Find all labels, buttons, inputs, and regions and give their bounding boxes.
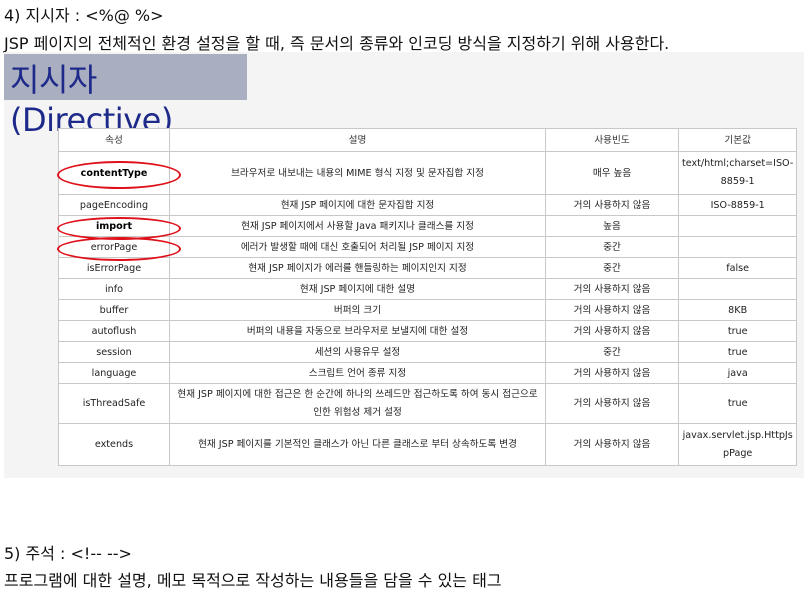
attr-frequency: 중간 <box>545 236 679 258</box>
attr-name: extends <box>58 423 170 466</box>
attr-frequency: 중간 <box>545 257 679 279</box>
table-row: isErrorPage 현재 JSP 페이지가 에러를 핸들링하는 페이지인지 … <box>58 257 798 279</box>
attr-name: language <box>58 362 170 384</box>
table-header-row: 속성 설명 사용빈도 기본값 <box>58 128 798 152</box>
header-attribute: 속성 <box>58 128 170 152</box>
attr-default <box>677 215 798 237</box>
attr-name: session <box>58 341 170 363</box>
section-4-description: JSP 페이지의 전체적인 환경 설정을 할 때, 즉 문서의 종류와 인코딩 … <box>4 34 670 53</box>
highlight-ellipse-contenttype <box>57 161 181 189</box>
attr-frequency: 거의 사용하지 않음 <box>545 383 679 424</box>
attr-default <box>677 278 798 300</box>
attr-name: isThreadSafe <box>58 383 170 424</box>
table-row: autoflush 버퍼의 내용을 자동으로 브라우저로 보낼지에 대한 설정 … <box>58 320 798 342</box>
attr-frequency: 중간 <box>545 341 679 363</box>
attr-frequency: 높음 <box>545 215 679 237</box>
attr-default: text/html;charset=ISO-8859-1 <box>677 151 798 195</box>
attr-default: true <box>677 383 798 424</box>
header-frequency: 사용빈도 <box>545 128 679 152</box>
section-5-description: 프로그램에 대한 설명, 메모 목적으로 작성하는 내용들을 담을 수 있는 태… <box>4 571 502 590</box>
attr-description: 세션의 사용유무 설정 <box>169 341 546 363</box>
table-row: info 현재 JSP 페이지에 대한 설명 거의 사용하지 않음 <box>58 278 798 300</box>
section-5-heading: 5) 주석 : <!-- --> <box>4 544 132 563</box>
attr-default: ISO-8859-1 <box>677 194 798 216</box>
attr-default: false <box>677 257 798 279</box>
directive-banner-title: 지시자(Directive) <box>10 61 173 139</box>
attr-name: autoflush <box>58 320 170 342</box>
attr-default: java <box>677 362 798 384</box>
table-row: language 스크립트 언어 종류 지정 거의 사용하지 않음 java <box>58 362 798 384</box>
attr-frequency: 거의 사용하지 않음 <box>545 320 679 342</box>
table-row: extends 현재 JSP 페이지를 기본적인 클래스가 아닌 다른 클래스로… <box>58 423 798 466</box>
attr-description: 현재 JSP 페이지에 대한 문자집합 지정 <box>169 194 546 216</box>
attr-frequency: 거의 사용하지 않음 <box>545 362 679 384</box>
attr-name: pageEncoding <box>58 194 170 216</box>
attr-frequency: 거의 사용하지 않음 <box>545 194 679 216</box>
directive-banner: 지시자(Directive) <box>4 54 247 139</box>
header-description: 설명 <box>169 128 546 152</box>
attr-description: 현재 JSP 페이지에서 사용할 Java 패키지나 클래스를 지정 <box>169 215 546 237</box>
table-row: session 세션의 사용유무 설정 중간 true <box>58 341 798 363</box>
attr-default: 8KB <box>677 299 798 321</box>
attr-description: 스크립트 언어 종류 지정 <box>169 362 546 384</box>
attr-description: 버퍼의 크기 <box>169 299 546 321</box>
attr-default: javax.servlet.jsp.HttpJspPage <box>677 423 798 466</box>
attr-default: true <box>677 341 798 363</box>
attr-frequency: 매우 높음 <box>545 151 679 195</box>
table-row: buffer 버퍼의 크기 거의 사용하지 않음 8KB <box>58 299 798 321</box>
attr-description: 현재 JSP 페이지에 대한 설명 <box>169 278 546 300</box>
attr-frequency: 거의 사용하지 않음 <box>545 278 679 300</box>
highlight-ellipse-errorpage <box>57 237 181 261</box>
attr-name: buffer <box>58 299 170 321</box>
attr-frequency: 거의 사용하지 않음 <box>545 299 679 321</box>
attr-description: 현재 JSP 페이지를 기본적인 클래스가 아닌 다른 클래스로 부터 상속하도… <box>169 423 546 466</box>
attr-default: true <box>677 320 798 342</box>
attr-default <box>677 236 798 258</box>
table-row: isThreadSafe 현재 JSP 페이지에 대한 접근은 한 순간에 하나… <box>58 383 798 424</box>
attr-frequency: 거의 사용하지 않음 <box>545 423 679 466</box>
attr-description: 에러가 발생할 때에 대신 호출되어 처리될 JSP 페이지 지정 <box>169 236 546 258</box>
attr-description: 버퍼의 내용을 자동으로 브라우저로 보낼지에 대한 설정 <box>169 320 546 342</box>
directive-figure: 지시자(Directive) 속성 설명 사용빈도 기본값 contentTyp… <box>4 52 804 478</box>
attr-description: 현재 JSP 페이지에 대한 접근은 한 순간에 하나의 쓰레드만 접근하도록 … <box>169 383 546 424</box>
attr-description: 현재 JSP 페이지가 에러를 핸들링하는 페이지인지 지정 <box>169 257 546 279</box>
attr-name: info <box>58 278 170 300</box>
attr-description: 브라우저로 내보내는 내용의 MIME 형식 지정 및 문자집합 지정 <box>169 151 546 195</box>
table-row: pageEncoding 현재 JSP 페이지에 대한 문자집합 지정 거의 사… <box>58 194 798 216</box>
header-default: 기본값 <box>677 128 798 152</box>
section-4-heading: 4) 지시자 : <%@ %> <box>4 6 164 25</box>
